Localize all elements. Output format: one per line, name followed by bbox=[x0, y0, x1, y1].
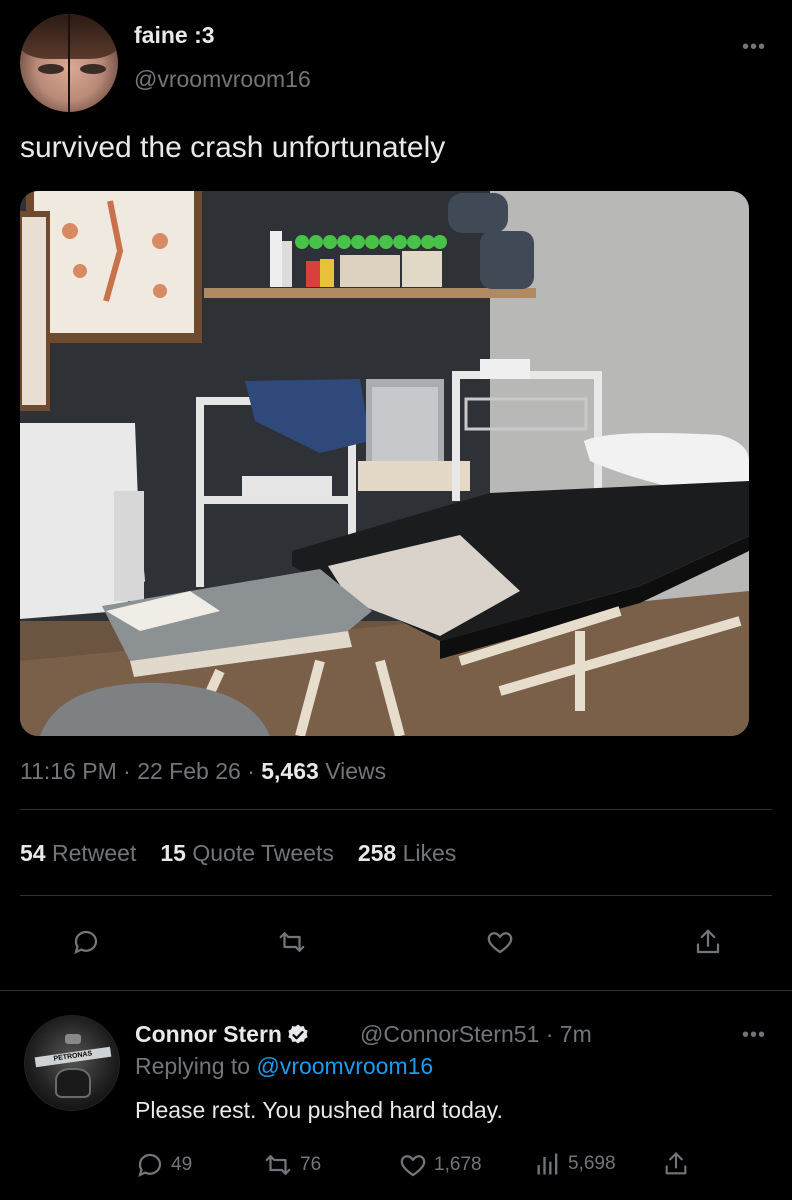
reply-like-button[interactable]: 1,678 bbox=[398, 1150, 482, 1180]
reply-icon bbox=[138, 1153, 162, 1178]
reply-author-name[interactable]: Connor Stern bbox=[135, 1021, 282, 1048]
reply-retweet-button[interactable]: 76 bbox=[262, 1150, 321, 1180]
reply-views-button[interactable]: 5,698 bbox=[534, 1150, 616, 1178]
quotes-count: 15 bbox=[160, 840, 186, 866]
retweets-label: Retweet bbox=[51, 840, 137, 866]
more-dots-icon[interactable]: ••• bbox=[742, 1024, 766, 1047]
tweet-actions bbox=[0, 920, 792, 964]
replying-to-link[interactable]: @vroomvroom16 bbox=[256, 1053, 433, 1079]
retweets-count: 54 bbox=[20, 840, 46, 866]
tweet-photo[interactable] bbox=[20, 191, 749, 736]
tweet-meta: 11:16 PM · 22 Feb 26 · 5,463 Views bbox=[20, 758, 386, 785]
reply-handle-time[interactable]: @ConnorStern51 · 7m bbox=[360, 1021, 592, 1048]
quotes-stat[interactable]: 15 Quote Tweets bbox=[160, 840, 333, 867]
likes-stat[interactable]: 258 Likes bbox=[358, 840, 456, 867]
avatar-eye-left bbox=[38, 64, 64, 74]
reply-views-count: 5,698 bbox=[568, 1153, 616, 1174]
reply-share-button[interactable] bbox=[662, 1150, 690, 1178]
reply-author-name-row[interactable]: Connor Stern bbox=[135, 1021, 310, 1048]
meta-separator: · bbox=[123, 758, 131, 784]
author-name[interactable]: faine :3 bbox=[134, 22, 215, 49]
replying-prefix: Replying to bbox=[135, 1053, 251, 1079]
quotes-label: Quote Tweets bbox=[192, 840, 334, 866]
reply-text: Please rest. You pushed hard today. bbox=[135, 1097, 503, 1123]
retweet-icon bbox=[265, 1155, 291, 1175]
reply-icon[interactable] bbox=[64, 920, 108, 964]
retweet-icon[interactable] bbox=[270, 920, 314, 964]
more-dots-icon[interactable]: ••• bbox=[742, 36, 766, 59]
author-handle[interactable]: @vroomvroom16 bbox=[134, 66, 311, 93]
share-icon[interactable] bbox=[686, 920, 730, 964]
retweets-stat[interactable]: 54 Retweet bbox=[20, 840, 136, 867]
avatar-sponsor-band: PETRONAS bbox=[34, 1046, 112, 1068]
reply-actions: 49 76 1,678 5,698 bbox=[0, 1150, 792, 1184]
reply-replies-count: 49 bbox=[171, 1154, 193, 1175]
reply-reply-button[interactable]: 49 bbox=[135, 1150, 192, 1180]
views-icon bbox=[537, 1153, 558, 1175]
avatar-badge bbox=[65, 1034, 81, 1044]
meta-separator: · bbox=[247, 758, 255, 784]
views-count: 5,463 bbox=[261, 758, 319, 784]
reply-retweets-count: 76 bbox=[300, 1154, 322, 1175]
likes-label: Likes bbox=[402, 840, 457, 866]
like-icon[interactable] bbox=[478, 920, 522, 964]
reply-likes-count: 1,678 bbox=[434, 1154, 482, 1175]
avatar-split bbox=[68, 14, 70, 112]
engagement-stats: 54 Retweet 15 Quote Tweets 258 Likes bbox=[20, 840, 456, 867]
tweet-text: survived the crash unfortunately bbox=[20, 131, 446, 164]
tweet-date: 22 Feb 26 bbox=[137, 758, 241, 784]
tweet-time: 11:16 PM bbox=[20, 758, 117, 784]
verified-badge-icon bbox=[288, 1024, 308, 1043]
views-label: Views bbox=[325, 758, 387, 784]
divider bbox=[20, 895, 772, 896]
replying-to: Replying to @vroomvroom16 bbox=[135, 1053, 433, 1080]
author-avatar[interactable] bbox=[20, 14, 118, 112]
photo-illustration bbox=[20, 191, 749, 736]
avatar-helmet bbox=[55, 1068, 91, 1098]
divider bbox=[0, 990, 792, 991]
reply-avatar[interactable]: PETRONAS bbox=[24, 1015, 120, 1111]
divider bbox=[20, 809, 772, 810]
avatar-eye-right bbox=[80, 64, 106, 74]
likes-count: 258 bbox=[357, 840, 397, 866]
like-icon bbox=[400, 1155, 426, 1177]
share-icon bbox=[665, 1152, 687, 1175]
